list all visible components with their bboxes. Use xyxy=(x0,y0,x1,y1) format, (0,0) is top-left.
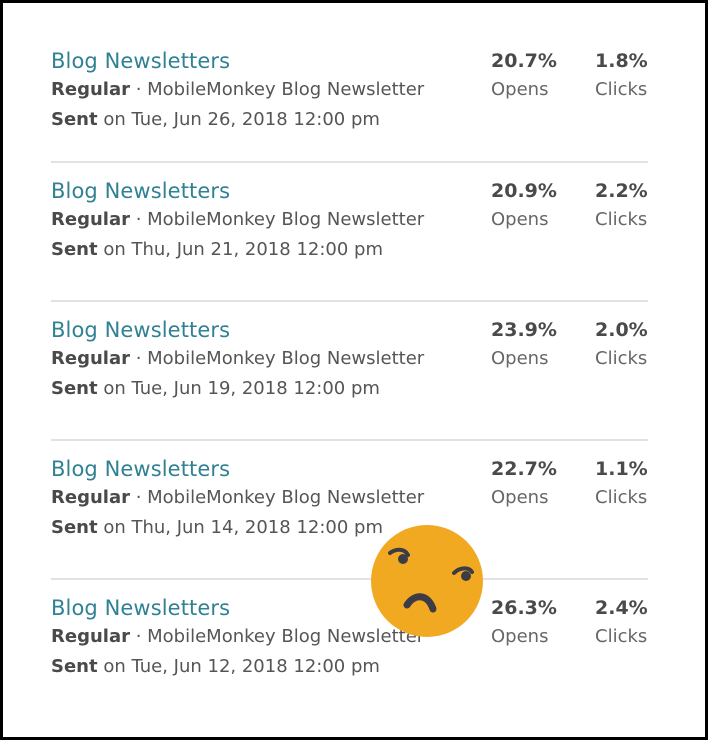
opens-stat: 23.9% Opens xyxy=(491,316,557,374)
campaign-status: Sent xyxy=(51,656,98,677)
clicks-stat: 1.8% Clicks xyxy=(595,47,648,105)
separator: · xyxy=(129,487,148,508)
frowning-skeptical-face-icon xyxy=(371,525,483,637)
list-name: MobileMonkey Blog Newsletter xyxy=(147,487,425,508)
opens-label: Opens xyxy=(491,487,549,508)
clicks-label: Clicks xyxy=(595,487,648,508)
campaign-title-link[interactable]: Blog Newsletters xyxy=(51,316,648,344)
opens-stat: 20.9% Opens xyxy=(491,177,557,235)
campaign-sent-line: Sent on Tue, Jun 26, 2018 12:00 pm xyxy=(51,105,648,135)
campaign-type-line: Regular · MobileMonkey Blog Newsletter xyxy=(51,344,648,374)
separator: · xyxy=(129,79,148,100)
opens-label: Opens xyxy=(491,79,549,100)
opens-stat: 22.7% Opens xyxy=(491,455,557,513)
campaign-sent-line: Sent on Thu, Jun 21, 2018 12:00 pm xyxy=(51,235,648,265)
campaign-sent-line: Sent on Tue, Jun 12, 2018 12:00 pm xyxy=(51,652,648,682)
sent-date: on Tue, Jun 12, 2018 12:00 pm xyxy=(97,656,380,677)
separator: · xyxy=(129,626,148,647)
list-name: MobileMonkey Blog Newsletter xyxy=(147,348,425,369)
clicks-value: 1.8% xyxy=(595,50,648,72)
clicks-label: Clicks xyxy=(595,209,648,230)
emoji-left-eye xyxy=(398,554,408,564)
emoji-right-eye xyxy=(461,571,471,581)
campaign-status: Sent xyxy=(51,109,98,130)
emoji-face xyxy=(371,525,483,637)
campaign-type: Regular xyxy=(51,209,130,230)
opens-label: Opens xyxy=(491,348,549,369)
campaign-row: Blog Newsletters Regular · MobileMonkey … xyxy=(51,578,648,717)
opens-stat: 26.3% Opens xyxy=(491,594,557,652)
campaign-type-line: Regular · MobileMonkey Blog Newsletter xyxy=(51,205,648,235)
clicks-stat: 1.1% Clicks xyxy=(595,455,648,513)
sent-date: on Thu, Jun 21, 2018 12:00 pm xyxy=(97,239,383,260)
campaign-title-link[interactable]: Blog Newsletters xyxy=(51,47,648,75)
campaign-type-line: Regular · MobileMonkey Blog Newsletter xyxy=(51,75,648,105)
clicks-label: Clicks xyxy=(595,79,648,100)
campaign-type: Regular xyxy=(51,626,130,647)
clicks-value: 2.0% xyxy=(595,319,648,341)
campaign-row: Blog Newsletters Regular · MobileMonkey … xyxy=(51,161,648,300)
campaign-status: Sent xyxy=(51,378,98,399)
opens-label: Opens xyxy=(491,626,549,647)
opens-value: 23.9% xyxy=(491,319,557,341)
campaign-status: Sent xyxy=(51,517,98,538)
campaign-list: Blog Newsletters Regular · MobileMonkey … xyxy=(51,44,648,717)
opens-value: 20.7% xyxy=(491,50,557,72)
separator: · xyxy=(129,209,148,230)
opens-label: Opens xyxy=(491,209,549,230)
campaign-title-link[interactable]: Blog Newsletters xyxy=(51,594,648,622)
list-name: MobileMonkey Blog Newsletter xyxy=(147,79,425,100)
separator: · xyxy=(129,348,148,369)
list-name: MobileMonkey Blog Newsletter xyxy=(147,209,425,230)
clicks-label: Clicks xyxy=(595,626,648,647)
sent-date: on Tue, Jun 19, 2018 12:00 pm xyxy=(97,378,380,399)
campaign-row: Blog Newsletters Regular · MobileMonkey … xyxy=(51,300,648,439)
campaign-type: Regular xyxy=(51,487,130,508)
campaign-type-line: Regular · MobileMonkey Blog Newsletter xyxy=(51,622,648,652)
opens-value: 22.7% xyxy=(491,458,557,480)
campaign-type: Regular xyxy=(51,348,130,369)
campaign-row: Blog Newsletters Regular · MobileMonkey … xyxy=(51,439,648,578)
opens-value: 20.9% xyxy=(491,180,557,202)
campaign-row: Blog Newsletters Regular · MobileMonkey … xyxy=(51,44,648,161)
clicks-value: 2.2% xyxy=(595,180,648,202)
sent-date: on Thu, Jun 14, 2018 12:00 pm xyxy=(97,517,383,538)
clicks-value: 1.1% xyxy=(595,458,648,480)
clicks-stat: 2.4% Clicks xyxy=(595,594,648,652)
campaign-title-link[interactable]: Blog Newsletters xyxy=(51,177,648,205)
campaign-sent-line: Sent on Thu, Jun 14, 2018 12:00 pm xyxy=(51,513,648,543)
campaign-sent-line: Sent on Tue, Jun 19, 2018 12:00 pm xyxy=(51,374,648,404)
opens-value: 26.3% xyxy=(491,597,557,619)
clicks-stat: 2.0% Clicks xyxy=(595,316,648,374)
opens-stat: 20.7% Opens xyxy=(491,47,557,105)
campaign-status: Sent xyxy=(51,239,98,260)
campaign-type-line: Regular · MobileMonkey Blog Newsletter xyxy=(51,483,648,513)
campaign-type: Regular xyxy=(51,79,130,100)
sent-date: on Tue, Jun 26, 2018 12:00 pm xyxy=(97,109,380,130)
clicks-label: Clicks xyxy=(595,348,648,369)
clicks-stat: 2.2% Clicks xyxy=(595,177,648,235)
campaign-title-link[interactable]: Blog Newsletters xyxy=(51,455,648,483)
clicks-value: 2.4% xyxy=(595,597,648,619)
